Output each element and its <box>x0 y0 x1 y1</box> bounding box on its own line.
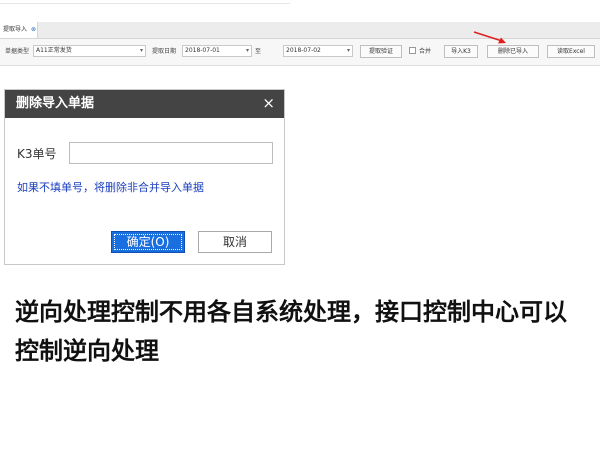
tab-extract-import[interactable]: 提取导入 ⊗ <box>0 22 38 38</box>
date-to-label: 至 <box>255 48 262 55</box>
ok-button[interactable]: 确定(O) <box>111 231 185 253</box>
tab-close-icon[interactable]: ⊗ <box>31 22 36 38</box>
read-excel-button[interactable]: 读取Excel <box>547 45 595 58</box>
chevron-down-icon: ▾ <box>346 47 350 54</box>
tab-bar: 提取导入 ⊗ <box>0 22 600 39</box>
delete-import-dialog: 删除导入单据 × K3单号 如果不填单号，将删除非合并导入单据 确定(O) 取消 <box>4 89 285 265</box>
date-from-input[interactable]: 2018-07-01 ▾ <box>182 45 252 57</box>
chevron-down-icon: ▾ <box>245 47 249 54</box>
chevron-down-icon: ▾ <box>139 47 143 54</box>
merge-checkbox[interactable] <box>409 47 416 54</box>
close-icon[interactable]: × <box>262 94 275 112</box>
dialog-hint: 如果不填单号，将删除非合并导入单据 <box>17 181 204 194</box>
toolbar: 单据类型 A11正常发货 ▾ 提取日期 2018-07-01 ▾ 至 2018-… <box>0 39 600 66</box>
date-to-input[interactable]: 2018-07-02 ▾ <box>283 45 353 57</box>
tab-label: 提取导入 <box>3 26 28 33</box>
doc-type-value: A11正常发货 <box>36 47 72 54</box>
dialog-title: 删除导入单据 <box>16 96 95 111</box>
app-window: 提取导入 ⊗ 单据类型 A11正常发货 ▾ 提取日期 2018-07-01 ▾ … <box>0 0 600 80</box>
date-label: 提取日期 <box>152 48 177 55</box>
date-to-value: 2018-07-02 <box>286 47 321 54</box>
merge-label: 合并 <box>419 48 432 55</box>
top-divider <box>0 3 290 4</box>
doc-type-label: 单据类型 <box>5 48 30 55</box>
cancel-button[interactable]: 取消 <box>198 231 272 253</box>
caption-text: 逆向处理控制不用各自系统处理，接口控制中心可以控制逆向处理 <box>15 298 567 365</box>
red-arrow-icon <box>473 31 506 44</box>
dialog-header: 删除导入单据 × <box>5 90 284 118</box>
top-gap <box>0 0 600 22</box>
validate-button[interactable]: 提取验证 <box>360 45 402 58</box>
date-from-value: 2018-07-01 <box>185 47 220 54</box>
k3-number-label: K3单号 <box>17 147 57 161</box>
doc-type-select[interactable]: A11正常发货 ▾ <box>33 45 146 57</box>
k3-number-input[interactable] <box>69 142 273 164</box>
